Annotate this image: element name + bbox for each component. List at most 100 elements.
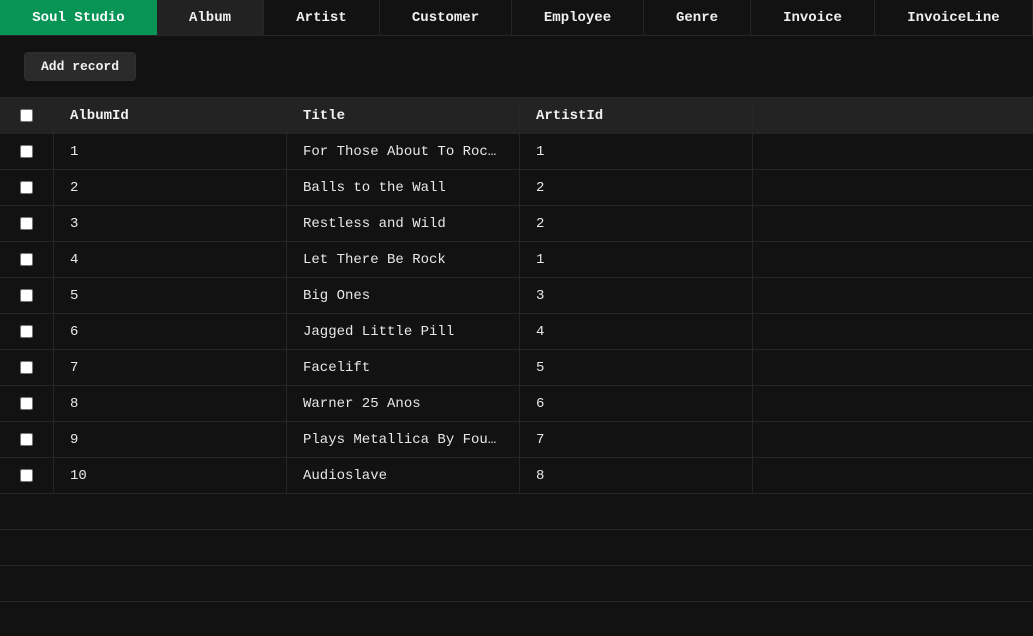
row-checkbox[interactable] — [20, 253, 33, 266]
tab-customer[interactable]: Customer — [380, 0, 512, 35]
cell-text: Warner 25 Anos — [303, 395, 421, 412]
cell-text: Restless and Wild — [303, 215, 446, 232]
table-row[interactable]: 4 Let There Be Rock 1 — [0, 242, 1033, 278]
cell-text: Plays Metallica By Four Cellos — [303, 431, 519, 448]
cell-albumid[interactable]: 7 — [54, 350, 287, 385]
cell-title[interactable]: Jagged Little Pill — [287, 314, 520, 349]
tab-album[interactable]: Album — [157, 0, 264, 35]
cell-albumid[interactable]: 1 — [54, 134, 287, 169]
cell-filler — [753, 278, 1033, 313]
row-select-cell — [0, 206, 54, 241]
cell-text: Balls to the Wall — [303, 179, 446, 196]
cell-title[interactable]: Plays Metallica By Four Cellos — [287, 422, 520, 457]
row-checkbox[interactable] — [20, 289, 33, 302]
add-record-button[interactable]: Add record — [24, 52, 137, 81]
cell-filler — [753, 458, 1033, 493]
cell-title[interactable]: Restless and Wild — [287, 206, 520, 241]
column-header-title[interactable]: Title — [287, 98, 520, 133]
table-row[interactable]: 2 Balls to the Wall 2 — [0, 170, 1033, 206]
tab-invoice[interactable]: Invoice — [751, 0, 875, 35]
cell-artistid[interactable]: 6 — [520, 386, 753, 421]
row-select-cell — [0, 350, 54, 385]
cell-artistid[interactable]: 2 — [520, 170, 753, 205]
tab-employee[interactable]: Employee — [512, 0, 644, 35]
table-row[interactable]: 8 Warner 25 Anos 6 — [0, 386, 1033, 422]
cell-filler — [753, 350, 1033, 385]
cell-albumid[interactable]: 3 — [54, 206, 287, 241]
cell-albumid[interactable]: 10 — [54, 458, 287, 493]
table-row[interactable]: 9 Plays Metallica By Four Cellos 7 — [0, 422, 1033, 458]
row-checkbox[interactable] — [20, 325, 33, 338]
cell-artistid[interactable]: 8 — [520, 458, 753, 493]
cell-text: 7 — [536, 431, 545, 448]
cell-filler — [753, 422, 1033, 457]
row-select-cell — [0, 458, 54, 493]
cell-artistid[interactable]: 1 — [520, 242, 753, 277]
cell-title[interactable]: Big Ones — [287, 278, 520, 313]
cell-text: 2 — [70, 179, 79, 196]
select-all-checkbox[interactable] — [20, 109, 33, 122]
row-select-cell — [0, 278, 54, 313]
empty-grid-row — [0, 530, 1033, 566]
row-select-cell — [0, 242, 54, 277]
cell-text: 6 — [70, 323, 79, 340]
cell-title[interactable]: Let There Be Rock — [287, 242, 520, 277]
table-row[interactable]: 1 For Those About To Rock We Salute You 1 — [0, 134, 1033, 170]
table-row[interactable]: 5 Big Ones 3 — [0, 278, 1033, 314]
cell-title[interactable]: Facelift — [287, 350, 520, 385]
row-checkbox[interactable] — [20, 397, 33, 410]
row-checkbox[interactable] — [20, 181, 33, 194]
cell-text: 8 — [70, 395, 79, 412]
cell-artistid[interactable]: 1 — [520, 134, 753, 169]
tab-invoiceline[interactable]: InvoiceLine — [875, 0, 1033, 35]
cell-title[interactable]: Warner 25 Anos — [287, 386, 520, 421]
table-row[interactable]: 10 Audioslave 8 — [0, 458, 1033, 494]
cell-albumid[interactable]: 2 — [54, 170, 287, 205]
cell-filler — [753, 386, 1033, 421]
cell-artistid[interactable]: 3 — [520, 278, 753, 313]
cell-artistid[interactable]: 4 — [520, 314, 753, 349]
tab-genre[interactable]: Genre — [644, 0, 751, 35]
table-row[interactable]: 7 Facelift 5 — [0, 350, 1033, 386]
cell-text: 1 — [536, 251, 545, 268]
cell-title[interactable]: For Those About To Rock We Salute You — [287, 134, 520, 169]
cell-title[interactable]: Audioslave — [287, 458, 520, 493]
cell-filler — [753, 206, 1033, 241]
row-checkbox[interactable] — [20, 361, 33, 374]
row-checkbox[interactable] — [20, 145, 33, 158]
tab-artist[interactable]: Artist — [264, 0, 380, 35]
empty-grid-row — [0, 494, 1033, 530]
cell-artistid[interactable]: 7 — [520, 422, 753, 457]
cell-text: 3 — [70, 215, 79, 232]
cell-text: 6 — [536, 395, 545, 412]
cell-albumid[interactable]: 8 — [54, 386, 287, 421]
column-header-artistid[interactable]: ArtistId — [520, 98, 753, 133]
cell-text: 1 — [536, 143, 545, 160]
table-row[interactable]: 3 Restless and Wild 2 — [0, 206, 1033, 242]
cell-albumid[interactable]: 4 — [54, 242, 287, 277]
row-checkbox[interactable] — [20, 217, 33, 230]
empty-grid-row — [0, 566, 1033, 602]
column-header-albumid[interactable]: AlbumId — [54, 98, 287, 133]
table-row[interactable]: 6 Jagged Little Pill 4 — [0, 314, 1033, 350]
row-select-cell — [0, 170, 54, 205]
data-grid: AlbumId Title ArtistId 1 For Those About … — [0, 98, 1033, 602]
cell-albumid[interactable]: 5 — [54, 278, 287, 313]
cell-albumid[interactable]: 6 — [54, 314, 287, 349]
cell-text: 7 — [70, 359, 79, 376]
row-checkbox[interactable] — [20, 469, 33, 482]
app-brand-tab[interactable]: Soul Studio — [0, 0, 157, 35]
cell-text: Audioslave — [303, 467, 388, 484]
cell-text: 8 — [536, 467, 545, 484]
cell-artistid[interactable]: 5 — [520, 350, 753, 385]
cell-artistid[interactable]: 2 — [520, 206, 753, 241]
cell-title[interactable]: Balls to the Wall — [287, 170, 520, 205]
cell-text: For Those About To Rock We Salute You — [303, 143, 519, 160]
row-checkbox[interactable] — [20, 433, 33, 446]
cell-text: 5 — [70, 287, 79, 304]
cell-filler — [753, 242, 1033, 277]
grid-header-row: AlbumId Title ArtistId — [0, 98, 1033, 134]
cell-albumid[interactable]: 9 — [54, 422, 287, 457]
cell-text: 9 — [70, 431, 79, 448]
cell-text: 2 — [536, 179, 545, 196]
